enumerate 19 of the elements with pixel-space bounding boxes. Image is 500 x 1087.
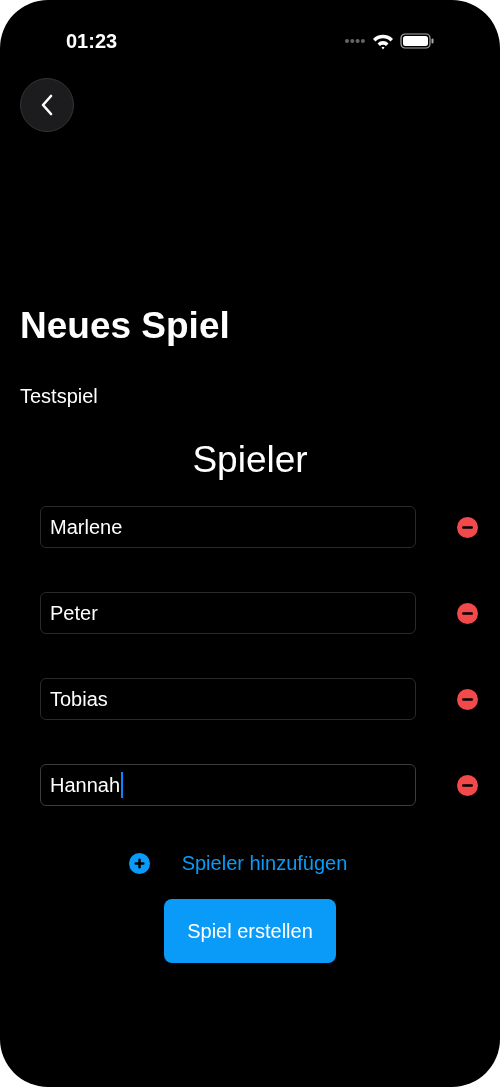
back-button[interactable] [20, 78, 74, 132]
page-title: Neues Spiel [20, 304, 231, 348]
status-time: 01:23 [66, 29, 118, 53]
remove-icon[interactable] [457, 688, 478, 710]
remove-icon[interactable] [457, 774, 478, 796]
signal-icon [344, 38, 366, 44]
add-icon[interactable] [128, 853, 150, 874]
players-heading: Spieler [191, 438, 309, 482]
remove-icon[interactable] [457, 516, 478, 538]
player-name-field[interactable]: Peter [40, 592, 416, 634]
wifi-icon [372, 32, 394, 50]
game-name: Testspiel [20, 384, 99, 408]
player-name-field[interactable]: Hannah [40, 764, 416, 806]
battery-icon [400, 33, 434, 49]
back-icon [40, 94, 54, 116]
remove-icon[interactable] [457, 602, 478, 624]
player-name-field[interactable]: Tobias [40, 678, 416, 720]
player-name-field[interactable]: Marlene [40, 506, 416, 548]
add-player-button[interactable]: Spieler hinzufügen [181, 852, 348, 875]
